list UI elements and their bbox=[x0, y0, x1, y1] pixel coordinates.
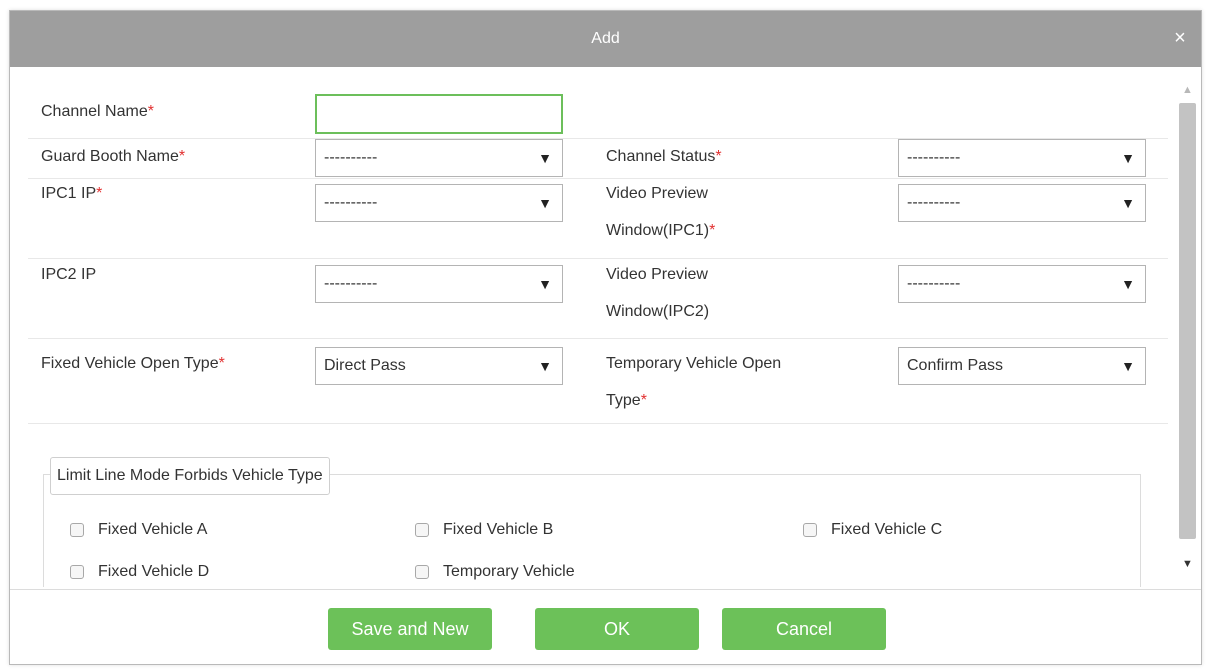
cancel-button[interactable]: Cancel bbox=[722, 608, 886, 650]
temporary-vehicle-open-type-label-line2: Type* bbox=[606, 392, 647, 409]
video-preview-ipc2-select[interactable]: ---------- ▼ bbox=[898, 265, 1146, 303]
ipc2-ip-value: ---------- bbox=[324, 275, 378, 292]
video-preview-ipc2-value: ---------- bbox=[907, 275, 961, 292]
fixed-vehicle-c-label[interactable]: Fixed Vehicle C bbox=[831, 519, 942, 541]
fixed-vehicle-open-type-select[interactable]: Direct Pass ▼ bbox=[315, 347, 563, 385]
channel-status-select[interactable]: ---------- ▼ bbox=[898, 139, 1146, 177]
chevron-down-icon: ▼ bbox=[1121, 195, 1135, 211]
fixed-vehicle-a-checkbox[interactable] bbox=[70, 523, 84, 537]
add-dialog: Add × Channel Name* Guard Booth Name* --… bbox=[9, 10, 1202, 665]
chevron-down-icon: ▼ bbox=[538, 195, 552, 211]
chevron-down-icon: ▼ bbox=[538, 276, 552, 292]
fixed-vehicle-d-label[interactable]: Fixed Vehicle D bbox=[98, 561, 209, 583]
ipc2-ip-label: IPC2 IP bbox=[41, 266, 97, 283]
row-divider bbox=[28, 338, 1168, 339]
required-mark: * bbox=[640, 392, 647, 409]
fixed-vehicle-open-type-value: Direct Pass bbox=[324, 357, 406, 374]
video-preview-ipc2-label-line1: Video Preview bbox=[606, 266, 708, 283]
chevron-down-icon: ▼ bbox=[1121, 150, 1135, 166]
channel-status-value: ---------- bbox=[907, 149, 961, 166]
form-content: Channel Name* Guard Booth Name* --------… bbox=[10, 67, 1175, 587]
fixed-vehicle-b-checkbox[interactable] bbox=[415, 523, 429, 537]
temporary-vehicle-open-type-value: Confirm Pass bbox=[907, 357, 1004, 374]
ipc1-ip-label: IPC1 IP* bbox=[41, 185, 103, 202]
fixed-vehicle-d-checkbox[interactable] bbox=[70, 565, 84, 579]
ipc2-ip-select[interactable]: ---------- ▼ bbox=[315, 265, 563, 303]
channel-name-label: Channel Name* bbox=[41, 103, 154, 120]
row-divider bbox=[28, 423, 1168, 424]
guard-booth-name-select[interactable]: ---------- ▼ bbox=[315, 139, 563, 177]
video-preview-ipc2-label-line2: Window(IPC2) bbox=[606, 303, 710, 320]
chevron-down-icon: ▼ bbox=[1121, 358, 1135, 374]
fixed-vehicle-open-type-label: Fixed Vehicle Open Type* bbox=[41, 355, 225, 372]
guard-booth-name-value: ---------- bbox=[324, 149, 378, 166]
save-and-new-button[interactable]: Save and New bbox=[328, 608, 492, 650]
channel-name-input[interactable] bbox=[315, 94, 563, 134]
form-scrollbar[interactable]: ▲ ▼ bbox=[1174, 67, 1201, 587]
required-mark: * bbox=[178, 148, 186, 165]
ok-button[interactable]: OK bbox=[535, 608, 699, 650]
required-mark: * bbox=[709, 222, 716, 239]
video-preview-ipc1-label-line1: Video Preview bbox=[606, 185, 708, 202]
video-preview-ipc1-label-line2: Window(IPC1)* bbox=[606, 222, 716, 239]
temporary-vehicle-checkbox[interactable] bbox=[415, 565, 429, 579]
chevron-down-icon: ▼ bbox=[1121, 276, 1135, 292]
temporary-vehicle-label[interactable]: Temporary Vehicle bbox=[443, 561, 575, 583]
fixed-vehicle-c-checkbox[interactable] bbox=[803, 523, 817, 537]
required-mark: * bbox=[218, 355, 225, 372]
fixed-vehicle-a-label[interactable]: Fixed Vehicle A bbox=[98, 519, 207, 541]
dialog-title: Add bbox=[591, 30, 620, 47]
scrollbar-thumb[interactable] bbox=[1179, 103, 1196, 539]
row-divider bbox=[28, 178, 1168, 179]
required-mark: * bbox=[147, 103, 154, 120]
scroll-down-icon[interactable]: ▼ bbox=[1174, 555, 1201, 573]
fixed-vehicle-b-label[interactable]: Fixed Vehicle B bbox=[443, 519, 553, 541]
video-preview-ipc1-select[interactable]: ---------- ▼ bbox=[898, 184, 1146, 222]
channel-status-label: Channel Status* bbox=[606, 148, 722, 165]
required-mark: * bbox=[715, 148, 722, 165]
limit-line-legend: Limit Line Mode Forbids Vehicle Type bbox=[50, 457, 330, 495]
row-divider bbox=[28, 258, 1168, 259]
dialog-footer: Save and New OK Cancel bbox=[10, 589, 1201, 666]
video-preview-ipc1-value: ---------- bbox=[907, 194, 961, 211]
required-mark: * bbox=[96, 185, 103, 202]
guard-booth-name-label: Guard Booth Name* bbox=[41, 148, 186, 165]
temporary-vehicle-open-type-select[interactable]: Confirm Pass ▼ bbox=[898, 347, 1146, 385]
ipc1-ip-select[interactable]: ---------- ▼ bbox=[315, 184, 563, 222]
dialog-title-bar: Add × bbox=[10, 11, 1201, 67]
scroll-up-icon[interactable]: ▲ bbox=[1174, 81, 1201, 99]
temporary-vehicle-open-type-label-line1: Temporary Vehicle Open bbox=[606, 355, 782, 372]
ipc1-ip-value: ---------- bbox=[324, 194, 378, 211]
close-icon[interactable]: × bbox=[1167, 25, 1193, 51]
chevron-down-icon: ▼ bbox=[538, 150, 552, 166]
chevron-down-icon: ▼ bbox=[538, 358, 552, 374]
